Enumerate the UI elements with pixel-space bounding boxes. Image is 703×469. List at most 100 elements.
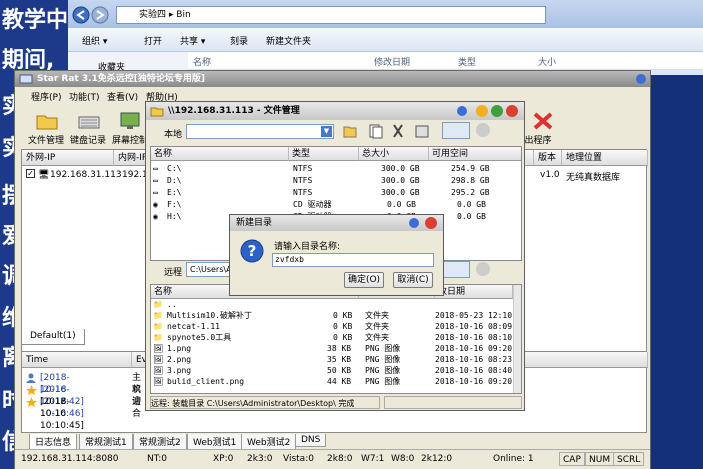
status-bar: 192.168.31.114:8080 NT:0 XP:0 2k3:0 Vist… bbox=[15, 449, 650, 469]
status-caps: CAP bbox=[559, 452, 585, 466]
open-button[interactable]: 打开 bbox=[144, 34, 162, 47]
remote-file-list: 名称 改日期 📁.. 📁 Multisim10.破解补丁 0 KB 文件夹 2018-0… bbox=[150, 284, 522, 394]
new-folder-button[interactable]: 新建文件夹 bbox=[266, 34, 311, 47]
status-2k12: 2k12:0 bbox=[421, 454, 453, 464]
local-path-combo[interactable]: ▼ bbox=[186, 124, 334, 139]
organize-button[interactable]: 组织 ▾ bbox=[82, 34, 107, 47]
column-size[interactable]: 大小 bbox=[538, 55, 556, 68]
host-wan-ip: 192.168.31.113 bbox=[50, 170, 122, 180]
menu-program[interactable]: 程序(P) bbox=[31, 90, 61, 103]
status-2k8: 2k8:0 bbox=[327, 454, 353, 464]
status-num: NUM bbox=[585, 452, 615, 466]
dialog-close-button[interactable] bbox=[425, 217, 437, 229]
drive-icon: ▭ bbox=[153, 188, 158, 197]
tab-web-test-1[interactable]: Web测试1 bbox=[187, 434, 243, 450]
fm-status-text: 远程: 装载目录 C:\Users\Administrator\Desktop\… bbox=[150, 396, 380, 409]
share-button[interactable]: 共享 ▾ bbox=[180, 34, 205, 47]
path-segment[interactable]: 实验四 bbox=[139, 10, 166, 20]
status-online: Online: 1 bbox=[493, 454, 534, 464]
folder-icon bbox=[150, 107, 164, 117]
drive-column-total[interactable]: 总大小 bbox=[359, 147, 429, 161]
status-w8: W8:0 bbox=[391, 454, 415, 464]
host-version: v1.0 bbox=[540, 170, 560, 180]
explorer-column-header: 名称 修改日期 类型 大小 bbox=[188, 52, 703, 70]
tab-regular-test-1[interactable]: 常规测试1 bbox=[79, 434, 133, 450]
file-column-date[interactable]: 改日期 bbox=[435, 285, 513, 299]
drive-row[interactable]: ▭ C:\ NTFS 300.0 GB 254.9 GB bbox=[151, 163, 521, 175]
column-version[interactable]: 版本 bbox=[534, 150, 562, 166]
local-label: 本地 bbox=[164, 130, 183, 140]
remote-label: 远程 bbox=[164, 268, 183, 278]
ok-button[interactable]: 确定(O) bbox=[344, 272, 384, 288]
column-name[interactable]: 名称 bbox=[193, 55, 211, 68]
host-location: 无纯真数据库 bbox=[566, 173, 621, 183]
status-vista: Vista:0 bbox=[283, 454, 314, 464]
up-folder-icon bbox=[343, 126, 357, 138]
menu-view[interactable]: 查看(V) bbox=[107, 90, 138, 103]
help-icon[interactable] bbox=[456, 105, 468, 117]
star-icon bbox=[26, 397, 37, 407]
tab-log-info[interactable]: 日志信息 bbox=[29, 434, 78, 450]
host-checkbox[interactable]: ✓ bbox=[26, 169, 35, 178]
dialog-title: 新建目录 bbox=[236, 218, 273, 228]
status-listen-ip: 192.168.31.114:8080 bbox=[21, 454, 119, 464]
group-tab-default[interactable]: Default(1) bbox=[21, 329, 85, 345]
cd-drive-icon: ◉ bbox=[153, 212, 158, 221]
drive-column-free[interactable]: 可用空间 bbox=[429, 147, 521, 161]
app-icon bbox=[19, 74, 33, 84]
path-segment[interactable]: Bin bbox=[176, 10, 190, 20]
fm-progress bbox=[384, 396, 522, 409]
remote-view-mode-button[interactable] bbox=[442, 261, 470, 278]
dropdown-arrow-icon[interactable]: ▼ bbox=[321, 126, 332, 137]
file-row[interactable]: 🖼 bulid_client.png 44 KB PNG 图像 2018-10-16 0… bbox=[151, 376, 521, 388]
local-toolbar-icons bbox=[343, 124, 429, 139]
fm-titlebar: \\192.168.31.113 - 文件管理 bbox=[146, 102, 524, 120]
drive-row[interactable]: ▭ E:\ NTFS 300.0 GB 295.2 GB bbox=[151, 187, 521, 199]
drive-row[interactable]: ◉ F:\ CD 驱动器 0.0 GB 0.0 GB bbox=[151, 199, 521, 211]
help-icon[interactable] bbox=[408, 217, 420, 229]
status-nt: NT:0 bbox=[147, 454, 167, 464]
drive-icon: ▭ bbox=[153, 164, 158, 173]
star-icon bbox=[26, 385, 37, 395]
help-icon[interactable] bbox=[635, 73, 647, 85]
tab-web-test-2[interactable]: Web测试2 bbox=[241, 434, 297, 450]
image-icon: 🖼 bbox=[153, 377, 164, 386]
drive-column-name[interactable]: 名称 bbox=[151, 147, 289, 161]
main-title: Star Rat 3.1免杀远控[独特论坛专用版] bbox=[37, 74, 206, 84]
directory-name-input[interactable]: zvfdxb bbox=[272, 253, 434, 267]
explorer-navbar: 实验四 ▸ Bin bbox=[68, 0, 703, 28]
drive-icon: ▭ bbox=[153, 176, 158, 185]
status-w7: W7:1 bbox=[361, 454, 385, 464]
tab-dns[interactable]: DNS bbox=[295, 434, 327, 447]
column-modified[interactable]: 修改日期 bbox=[374, 55, 410, 68]
remote-stop-icon[interactable] bbox=[476, 262, 490, 276]
close-button[interactable] bbox=[506, 105, 518, 117]
status-xp: XP:0 bbox=[213, 454, 234, 464]
fm-title: \\192.168.31.113 - 文件管理 bbox=[168, 106, 300, 116]
drive-column-type[interactable]: 类型 bbox=[289, 147, 359, 161]
cancel-button[interactable]: 取消(C) bbox=[393, 272, 433, 288]
menu-function[interactable]: 功能(T) bbox=[69, 90, 100, 103]
exit-program-button[interactable]: 出程序 bbox=[521, 109, 563, 146]
stop-icon[interactable] bbox=[476, 123, 490, 137]
column-wan-ip[interactable]: 外网-IP bbox=[22, 150, 114, 166]
address-bar[interactable]: 实验四 ▸ Bin bbox=[116, 6, 546, 24]
back-forward-icon[interactable] bbox=[72, 6, 112, 24]
column-location[interactable]: 地理位置 bbox=[562, 150, 648, 166]
question-icon: ? bbox=[240, 239, 264, 263]
maximize-button[interactable] bbox=[491, 105, 503, 117]
tab-regular-test-2[interactable]: 常规测试2 bbox=[133, 434, 187, 450]
copy-icon bbox=[369, 124, 383, 139]
log-column-time[interactable]: Time bbox=[22, 352, 132, 368]
column-type[interactable]: 类型 bbox=[458, 55, 476, 68]
close-x-icon bbox=[533, 112, 553, 130]
dialog-titlebar: 新建目录 bbox=[230, 215, 443, 231]
burn-button[interactable]: 刻录 bbox=[230, 34, 248, 47]
bg-char: 教学中 bbox=[2, 8, 69, 33]
view-mode-button[interactable] bbox=[442, 122, 470, 139]
dialog-prompt: 请输入目录名称: bbox=[274, 242, 341, 252]
new-directory-dialog: 新建目录 ? 请输入目录名称: zvfdxb 确定(O) 取消(C) bbox=[229, 214, 444, 296]
cd-drive-icon: ◉ bbox=[153, 200, 158, 209]
drive-row[interactable]: ▭ D:\ NTFS 300.0 GB 298.8 GB bbox=[151, 175, 521, 187]
minimize-button[interactable] bbox=[476, 105, 488, 117]
